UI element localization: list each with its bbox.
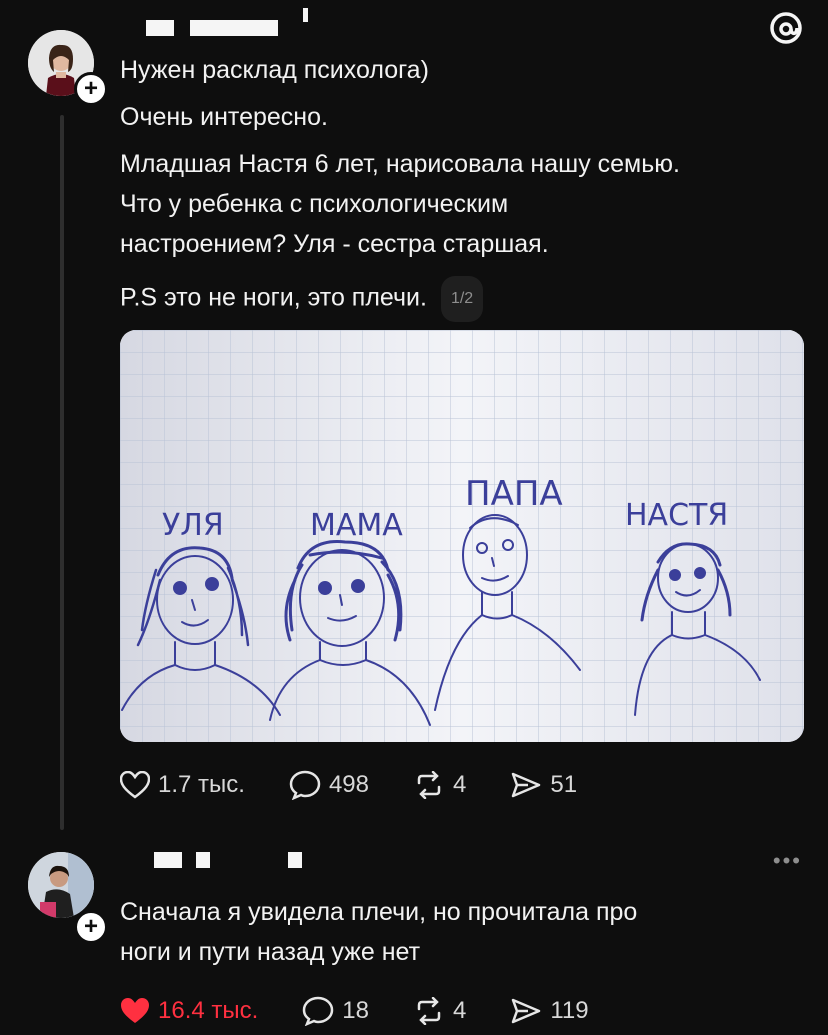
post-action-bar: 1.7 тыс. 498 4 51 [120, 770, 621, 800]
comment-icon [303, 996, 334, 1026]
post-text-line: Нужен расклад психолога) [120, 56, 429, 84]
share-count: 119 [550, 997, 589, 1024]
like-count: 16.4 тыс. [158, 997, 259, 1024]
username-redacted[interactable] [154, 852, 182, 868]
threads-logo-icon[interactable] [766, 8, 806, 48]
share-button[interactable]: 51 [510, 771, 577, 799]
share-button[interactable]: 119 [510, 997, 589, 1025]
reply-text-line: Сначала я увидела плечи, но прочитала пр… [120, 898, 638, 926]
reply-action-bar: 16.4 тыс. 18 4 119 [120, 996, 633, 1026]
repost-icon [417, 771, 441, 799]
repost-button[interactable]: 4 [413, 771, 466, 799]
username-redacted[interactable] [146, 20, 174, 36]
post-text-line: настроением? Уля - сестра старшая. [120, 230, 549, 258]
thread-connector-line [60, 115, 64, 830]
post-ps-text: P.S это не ноги, это плечи. [120, 283, 427, 312]
username-redacted [190, 20, 278, 36]
like-button[interactable]: 1.7 тыс. [120, 771, 245, 799]
media-page-indicator: 1/2 [440, 276, 484, 322]
post-image-drawing[interactable]: УЛЯ МАМА ПАПА НАСТЯ [120, 330, 804, 742]
reply-author-avatar[interactable] [28, 852, 94, 918]
like-button[interactable]: 16.4 тыс. [120, 997, 258, 1025]
repost-icon [417, 997, 441, 1025]
username-redacted [196, 852, 210, 868]
reply-text-line: ноги и пути назад уже нет [120, 938, 421, 966]
reply-button[interactable]: 18 [302, 996, 369, 1026]
drawing-label-papa: ПАПА [465, 474, 563, 514]
drawing-label-ulya: УЛЯ [162, 508, 224, 543]
heart-icon [120, 771, 150, 799]
comment-icon [289, 770, 321, 800]
username-redacted [288, 852, 302, 868]
heart-filled-icon [121, 998, 149, 1023]
reply-count: 18 [342, 997, 369, 1024]
like-count: 1.7 тыс. [158, 771, 245, 798]
follow-plus-icon[interactable]: + [74, 72, 108, 106]
post-text-line: Очень интересно. [120, 103, 328, 131]
post-text-line: Младшая Настя 6 лет, нарисовала нашу сем… [120, 150, 680, 178]
drawing-label-nastya: НАСТЯ [625, 498, 728, 533]
username-redacted [303, 8, 308, 22]
repost-count: 4 [453, 997, 467, 1024]
repost-button[interactable]: 4 [413, 997, 466, 1025]
send-icon [512, 772, 541, 798]
post-text-line: Что у ребенка с психологическим [120, 190, 509, 218]
more-options-icon[interactable]: ••• [773, 848, 802, 874]
reply-button[interactable]: 498 [289, 770, 369, 800]
repost-count: 4 [453, 771, 467, 798]
post-ps-line: P.S это не ноги, это плечи. 1/2 [120, 276, 484, 322]
share-count: 51 [550, 771, 578, 798]
reply-count: 498 [328, 771, 369, 798]
drawing-label-mama: МАМА [310, 508, 403, 543]
follow-plus-icon[interactable]: + [74, 910, 108, 944]
send-icon [512, 998, 541, 1024]
